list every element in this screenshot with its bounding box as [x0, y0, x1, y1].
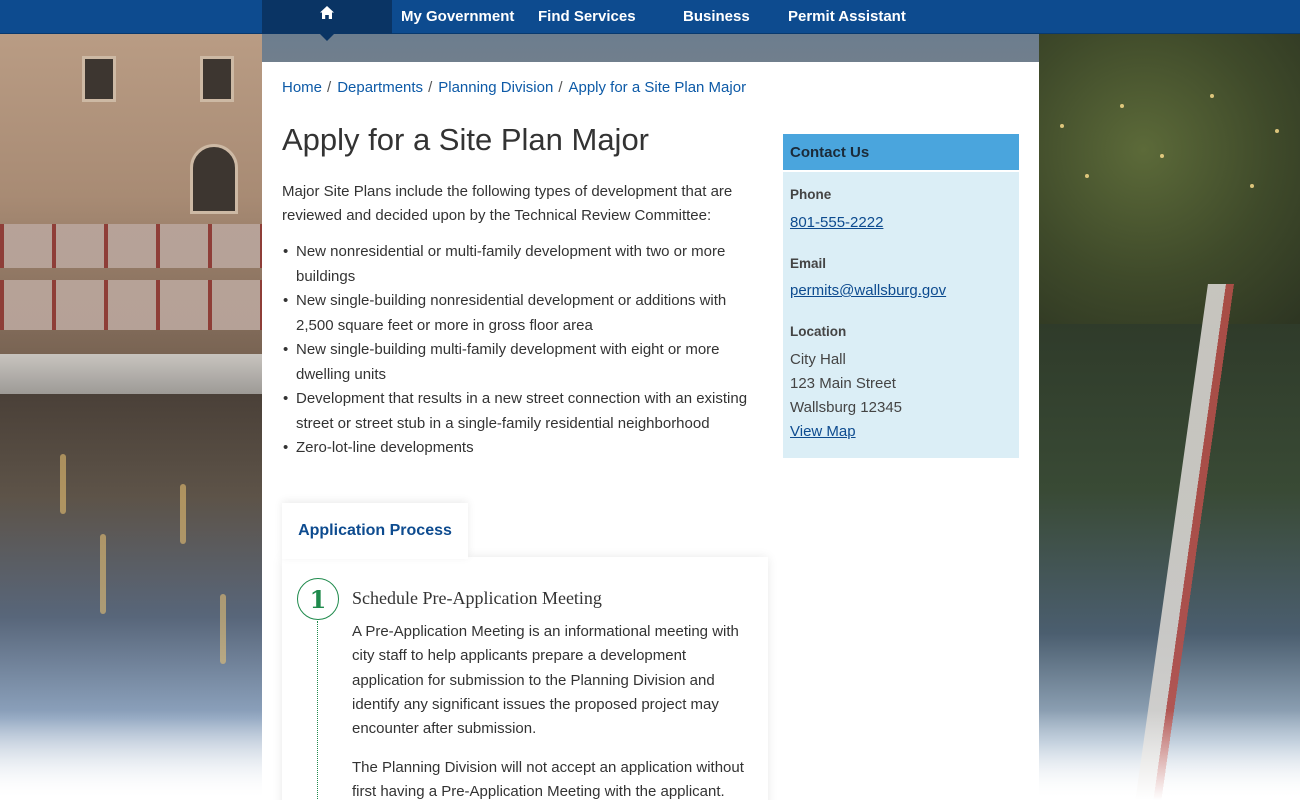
background-light-reflection — [60, 454, 66, 514]
background-railing — [0, 224, 262, 268]
background-window — [200, 56, 234, 102]
nav-item-business[interactable]: Business — [683, 0, 750, 34]
home-button[interactable] — [262, 0, 392, 41]
background-light-reflection — [180, 484, 186, 544]
nav-item-permit-assistant[interactable]: Permit Assistant — [788, 0, 906, 34]
background-sparkle — [1160, 154, 1164, 158]
development-types-list: New nonresidential or multi-family devel… — [283, 240, 766, 461]
contact-us-box: Contact Us Phone 801-555-2222 Email perm… — [783, 134, 1019, 458]
step-title: Schedule Pre-Application Meeting — [352, 588, 602, 608]
phone-label: Phone — [790, 187, 832, 202]
phone-link[interactable]: 801-555-2222 — [790, 214, 883, 231]
step-description: A Pre-Application Meeting is an informat… — [352, 623, 739, 738]
breadcrumb-separator: / — [327, 79, 332, 96]
background-trees — [1039, 34, 1300, 324]
background-sparkle — [1250, 184, 1254, 188]
application-process-panel: 1 Schedule Pre-Application Meeting A Pre… — [282, 557, 768, 800]
background-sparkle — [1120, 104, 1124, 108]
address-line: City Hall — [790, 351, 846, 368]
breadcrumb-separator: / — [428, 79, 433, 96]
email-link[interactable]: permits@wallsburg.gov — [790, 282, 946, 299]
list-item: New single-building multi-family develop… — [283, 338, 766, 387]
home-icon — [320, 6, 334, 19]
background-light-reflection — [220, 594, 226, 664]
background-light-reflection — [100, 534, 106, 614]
background-archway — [190, 144, 238, 214]
view-map-link[interactable]: View Map — [790, 423, 856, 440]
page-title: Apply for a Site Plan Major — [282, 122, 650, 157]
nav-item-find-services[interactable]: Find Services — [538, 0, 636, 34]
list-item: Zero-lot-line developments — [283, 436, 766, 461]
breadcrumb-current-page[interactable]: Apply for a Site Plan Major — [568, 79, 746, 96]
breadcrumb: Home / Departments / Planning Division / Apply… — [282, 79, 746, 96]
list-item: Development that results in a new street… — [283, 387, 766, 436]
breadcrumb-departments[interactable]: Departments — [337, 79, 423, 96]
tab-application-process[interactable]: Application Process — [282, 503, 468, 559]
top-navigation: My Government Find Services Business Per… — [0, 0, 1300, 41]
step-connector-line — [317, 621, 318, 800]
background-sparkle — [1060, 124, 1064, 128]
address-line: 123 Main Street — [790, 375, 896, 392]
background-wall — [0, 354, 262, 394]
email-label: Email — [790, 256, 827, 271]
breadcrumb-separator: / — [558, 79, 563, 96]
main-content: Home / Departments / Planning Division / Apply… — [262, 62, 1039, 800]
background-window — [82, 56, 116, 102]
step-number-badge: 1 — [297, 578, 339, 620]
breadcrumb-planning-division[interactable]: Planning Division — [438, 79, 553, 96]
list-item: New single-building nonresidential devel… — [283, 289, 766, 338]
background-sparkle — [1275, 129, 1279, 133]
tab-label: Application Process — [298, 522, 452, 539]
background-sparkle — [1085, 174, 1089, 178]
step-note: The Planning Division will not accept an… — [352, 759, 744, 800]
contact-header: Contact Us — [783, 134, 1019, 172]
address-line: Wallsburg 12345 — [790, 399, 903, 416]
intro-paragraph: Major Site Plans include the following t… — [282, 183, 733, 224]
contact-heading: Contact Us — [790, 144, 870, 161]
breadcrumb-home[interactable]: Home — [282, 79, 322, 96]
background-railing — [0, 280, 262, 330]
background-sparkle — [1210, 94, 1214, 98]
nav-item-my-government[interactable]: My Government — [401, 0, 514, 34]
list-item: New nonresidential or multi-family devel… — [283, 240, 766, 289]
location-label: Location — [790, 324, 847, 339]
